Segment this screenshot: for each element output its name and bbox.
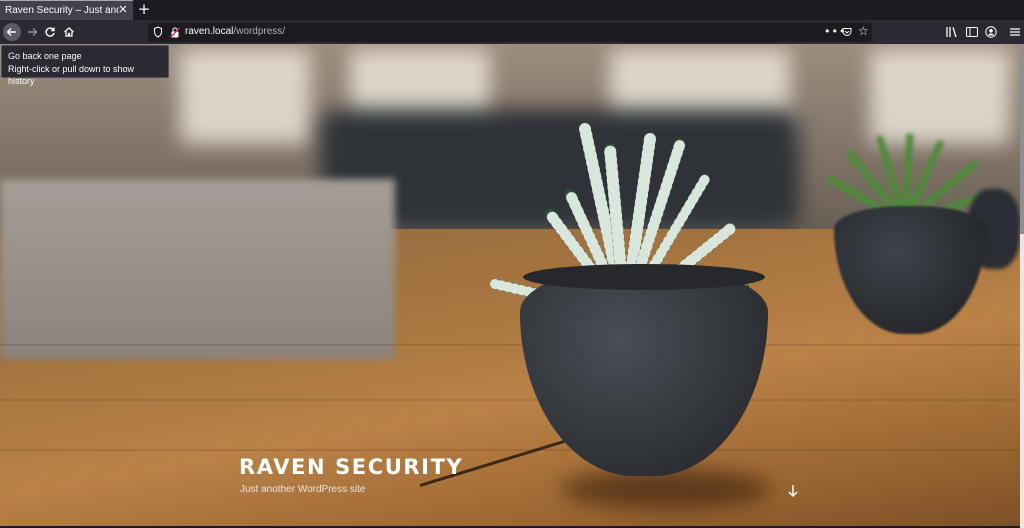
background-counter [0, 179, 395, 359]
reload-icon [45, 27, 55, 37]
scroll-down-arrow [788, 485, 798, 497]
site-title[interactable]: RAVEN SECURITY [239, 455, 463, 479]
arrow-down-icon[interactable] [786, 482, 800, 500]
back-button-tooltip: Go back one page Right-click or pull dow… [1, 45, 169, 86]
arrow-left-icon [6, 28, 16, 36]
home-icon [64, 27, 74, 37]
pot-rim [523, 264, 765, 290]
new-tab-button[interactable]: + [137, 1, 151, 17]
url-text[interactable]: raven.local/wordpress/ [185, 26, 285, 37]
library-icon[interactable] [945, 24, 959, 40]
menu-icon[interactable] [1008, 24, 1022, 40]
account-icon-glyph [985, 26, 997, 38]
url-host: raven.local [185, 26, 234, 37]
site-tagline: Just another WordPress site [240, 484, 366, 495]
sidebar-icon[interactable] [965, 24, 979, 40]
shield-icon[interactable] [153, 26, 163, 38]
close-icon[interactable]: ✕ [117, 4, 129, 16]
arrow-right-icon [28, 28, 38, 36]
wood-grain [0, 449, 1020, 451]
url-path: /wordpress/ [233, 26, 286, 37]
tab-title: Raven Security – Just another WordPress … [5, 5, 119, 16]
scrollbar-thumb[interactable] [1020, 44, 1024, 234]
hero-section: RAVEN SECURITY Just another WordPress si… [0, 44, 1020, 526]
window-light [180, 49, 310, 144]
bookmark-star-icon[interactable]: ☆ [858, 24, 869, 38]
home-button[interactable] [60, 23, 78, 41]
tab-active[interactable]: Raven Security – Just another WordPress … [0, 0, 133, 20]
wood-grain [0, 399, 1020, 401]
forward-button[interactable] [23, 23, 41, 41]
sidebar-icon-glyph [966, 27, 978, 37]
tab-strip: Raven Security – Just another WordPress … [0, 0, 1024, 20]
window-light [870, 49, 1010, 144]
wood-grain [0, 344, 1020, 346]
tooltip-line-1: Go back one page [8, 51, 82, 61]
back-button[interactable] [3, 23, 21, 41]
pocket-icon[interactable] [842, 27, 852, 37]
reload-button[interactable] [41, 23, 59, 41]
library-icon-glyph [946, 27, 957, 38]
account-icon[interactable] [984, 24, 998, 40]
tooltip-line-2: Right-click or pull down to show history [8, 63, 135, 87]
hamburger-icon [1010, 28, 1020, 36]
url-bar[interactable]: raven.local/wordpress/ ••• ☆ [148, 23, 872, 42]
insecure-lock-icon[interactable] [170, 27, 180, 38]
